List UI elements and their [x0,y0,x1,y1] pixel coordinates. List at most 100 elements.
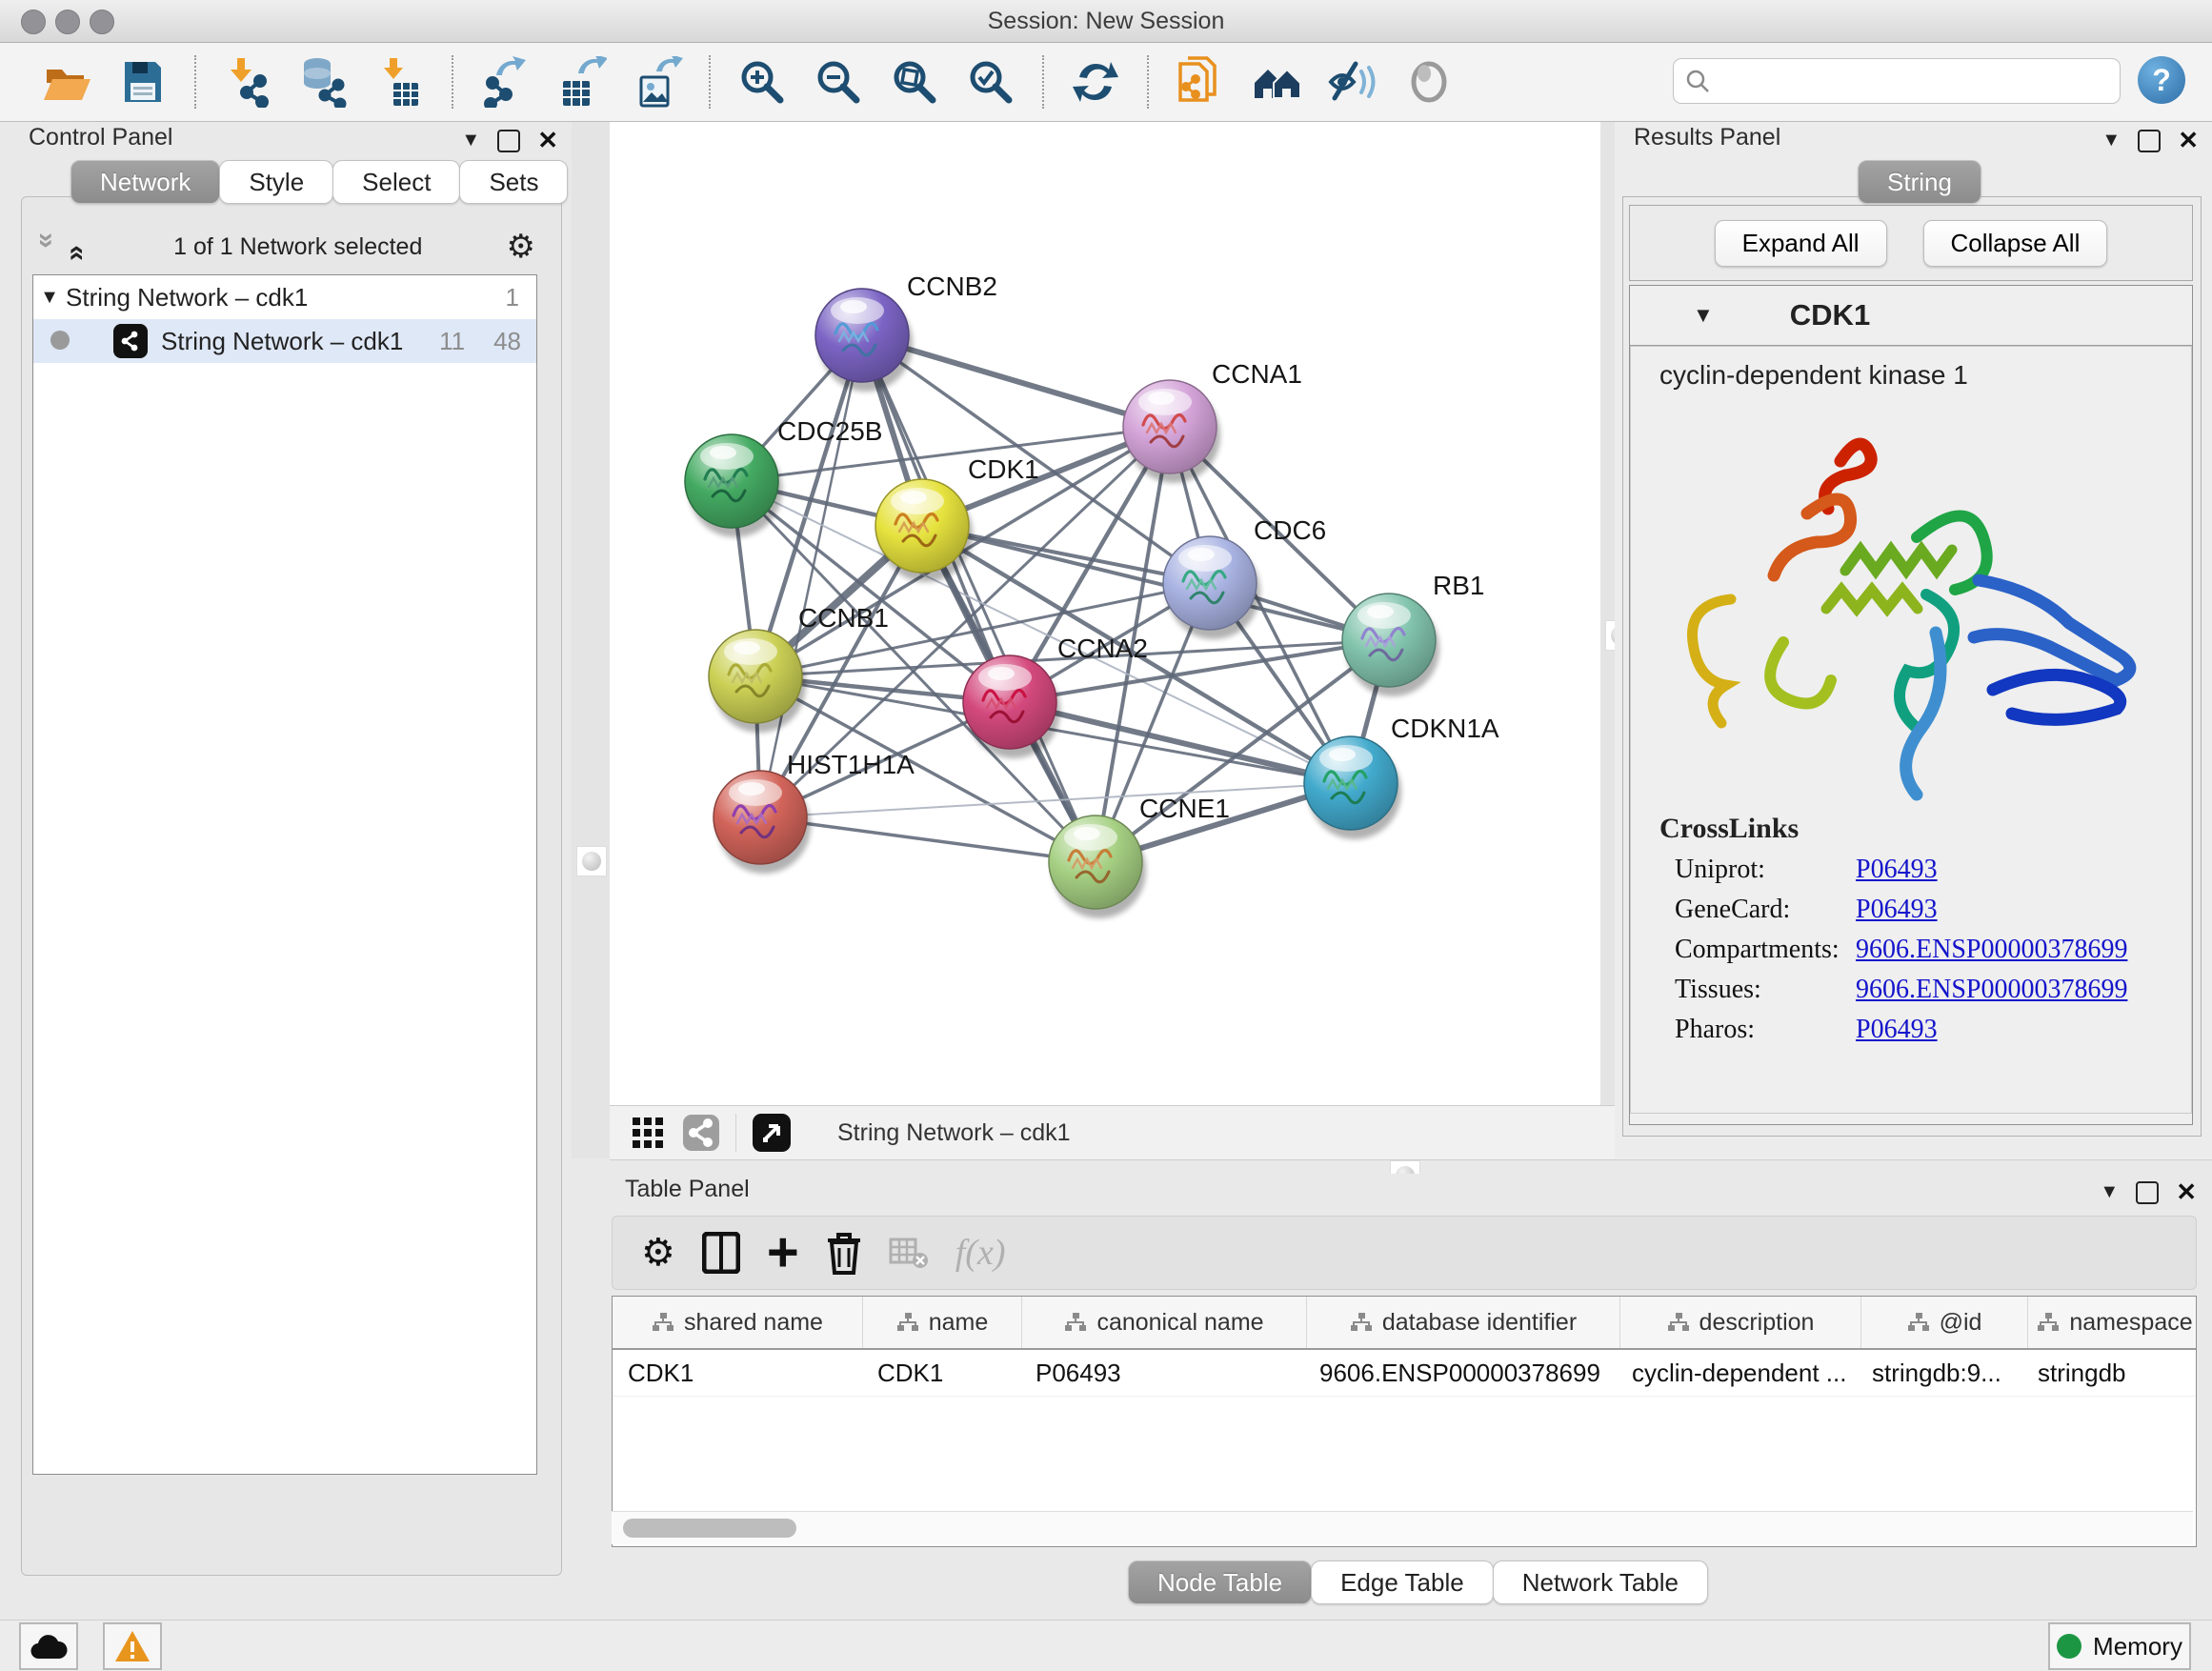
string-network-graph[interactable]: CCNB2CCNA1CDC25BCDK1CDC6RB1CCNB1CCNA2CDK… [610,122,1600,1105]
create-column-icon[interactable]: + [767,1234,799,1272]
table-toolbar: ⚙ + f(x) [612,1216,2197,1290]
open-session-icon[interactable] [40,55,93,109]
table-options-gear-icon[interactable]: ⚙ [641,1231,675,1275]
column-header-name[interactable]: name [863,1297,1022,1348]
panel-close-icon[interactable]: ✕ [2176,1178,2197,1207]
panel-menu-icon[interactable]: ▼ [2101,130,2121,151]
share-network-file-icon[interactable] [1174,55,1227,109]
export-image-icon[interactable] [631,55,684,109]
collapse-all-button[interactable]: Collapse All [1923,220,2108,267]
delete-column-icon[interactable] [826,1231,862,1275]
collapse-all-networks-icon[interactable]: » [30,232,63,261]
panel-close-icon[interactable]: ✕ [537,126,558,155]
network-node-CCNE1[interactable]: CCNE1 [1049,794,1230,918]
panel-float-icon[interactable] [2136,1181,2159,1204]
network-options-gear-icon[interactable]: ⚙ [507,228,535,266]
column-header-database-identifier[interactable]: database identifier [1307,1297,1620,1348]
column-header--id[interactable]: @id [1861,1297,2028,1348]
memory-button[interactable]: Memory [2048,1622,2191,1670]
save-session-icon[interactable] [116,55,170,109]
table-row[interactable]: CDK1CDK1P064939606.ENSP00000378699cyclin… [613,1350,2196,1397]
panel-menu-icon[interactable]: ▼ [461,130,480,151]
panel-close-icon[interactable]: ✕ [2178,126,2199,155]
warnings-button[interactable] [103,1622,162,1670]
network-node-RB1[interactable]: RB1 [1342,571,1484,696]
table-cell[interactable]: stringdb:9... [1857,1350,2022,1396]
crosslink-link[interactable]: P06493 [1856,1015,1938,1045]
tab-network[interactable]: Network [70,160,220,204]
table-cell[interactable]: 9606.ENSP00000378699 [1304,1350,1617,1396]
tab-node-table[interactable]: Node Table [1128,1560,1312,1604]
network-collection-row[interactable]: ▼ String Network – cdk1 1 [33,275,536,319]
network-node-CCNA1[interactable]: CCNA1 [1123,359,1302,483]
table-panel-title: Table Panel [625,1176,750,1208]
panel-float-icon[interactable] [497,130,520,152]
homes-icon[interactable] [1250,55,1303,109]
import-table-file-icon[interactable] [373,55,427,109]
network-edge-CCNB2-HIST1H1A[interactable] [760,335,862,817]
column-header-canonical-name[interactable]: canonical name [1022,1297,1307,1348]
crosslink-row: Tissues:9606.ENSP00000378699 [1675,975,2191,1005]
tab-style[interactable]: Style [219,160,333,204]
protein-result-card: ▼ CDK1 cyclin-dependent kinase 1 [1629,285,2193,1125]
crosslink-link[interactable]: 9606.ENSP00000378699 [1856,975,2127,1005]
tab-network-table[interactable]: Network Table [1493,1560,1708,1604]
table-cell[interactable]: CDK1 [613,1350,862,1396]
panel-menu-icon[interactable]: ▼ [2100,1181,2119,1203]
zoom-fit-icon[interactable] [888,55,941,109]
expand-all-networks-icon[interactable]: » [59,232,91,261]
export-network-icon[interactable] [478,55,532,109]
network-row[interactable]: String Network – cdk1 11 48 [33,319,536,363]
table-cell[interactable]: CDK1 [862,1350,1020,1396]
tab-sets[interactable]: Sets [459,160,568,204]
scrollbar-thumb[interactable] [623,1519,796,1538]
collapse-protein-icon[interactable]: ▼ [1693,303,1714,328]
tab-string[interactable]: String [1858,160,1981,204]
share-view-icon[interactable] [682,1114,720,1152]
network-edge-CCNB2-CCNE1[interactable] [862,335,1096,862]
cloud-status-button[interactable] [19,1622,78,1670]
zoom-selected-icon[interactable] [964,55,1017,109]
table-cell[interactable]: stringdb [2022,1350,2196,1396]
function-builder-icon: f(x) [955,1232,1006,1274]
expand-all-button[interactable]: Expand All [1715,220,1887,267]
network-current-dot[interactable] [50,331,70,350]
left-splitter[interactable] [572,122,610,1158]
show-columns-icon[interactable] [702,1232,740,1274]
export-table-icon[interactable] [554,55,608,109]
zoom-in-icon[interactable] [735,55,789,109]
search-input[interactable] [1710,67,2120,95]
left-splitter-handle[interactable] [576,846,607,876]
tree-expander-icon[interactable]: ▼ [33,287,66,309]
network-canvas[interactable]: CCNB2CCNA1CDC25BCDK1CDC6RB1CCNB1CCNA2CDK… [610,122,1600,1105]
network-node-CDK1[interactable]: CDK1 [875,454,1039,582]
cloud-icon [30,1632,68,1661]
table-horizontal-scrollbar[interactable] [612,1511,2193,1544]
network-node-CDKN1A[interactable]: CDKN1A [1304,714,1499,839]
crosslink-link[interactable]: P06493 [1856,855,1938,885]
column-header-description[interactable]: description [1620,1297,1861,1348]
hide-graphics-icon[interactable] [1326,55,1379,109]
network-edge-CCNA2-CDKN1A[interactable] [1010,702,1351,783]
import-network-file-icon[interactable] [221,55,274,109]
zoom-out-icon[interactable] [812,55,865,109]
crosslink-link[interactable]: P06493 [1856,895,1938,925]
column-header-namespace[interactable]: namespace [2028,1297,2197,1348]
help-button[interactable]: ? [2138,56,2185,104]
grid-view-icon[interactable] [631,1116,665,1150]
panel-float-icon[interactable] [2138,130,2161,152]
network-node-CCNB1[interactable]: CCNB1 [709,603,889,733]
tab-select[interactable]: Select [332,160,460,204]
network-node-HIST1H1A[interactable]: HIST1H1A [714,750,915,874]
import-network-database-icon[interactable] [297,55,351,109]
refresh-icon[interactable] [1069,55,1122,109]
show-graphics-icon[interactable] [1402,55,1456,109]
network-node-CCNB2[interactable]: CCNB2 [815,272,997,392]
network-node-CDC25B[interactable]: CDC25B [685,416,882,537]
tab-edge-table[interactable]: Edge Table [1311,1560,1494,1604]
table-cell[interactable]: P06493 [1020,1350,1304,1396]
birds-eye-view-icon[interactable] [752,1113,792,1153]
crosslink-link[interactable]: 9606.ENSP00000378699 [1856,935,2127,965]
column-header-shared-name[interactable]: shared name [613,1297,863,1348]
table-cell[interactable]: cyclin-dependent ... [1617,1350,1857,1396]
